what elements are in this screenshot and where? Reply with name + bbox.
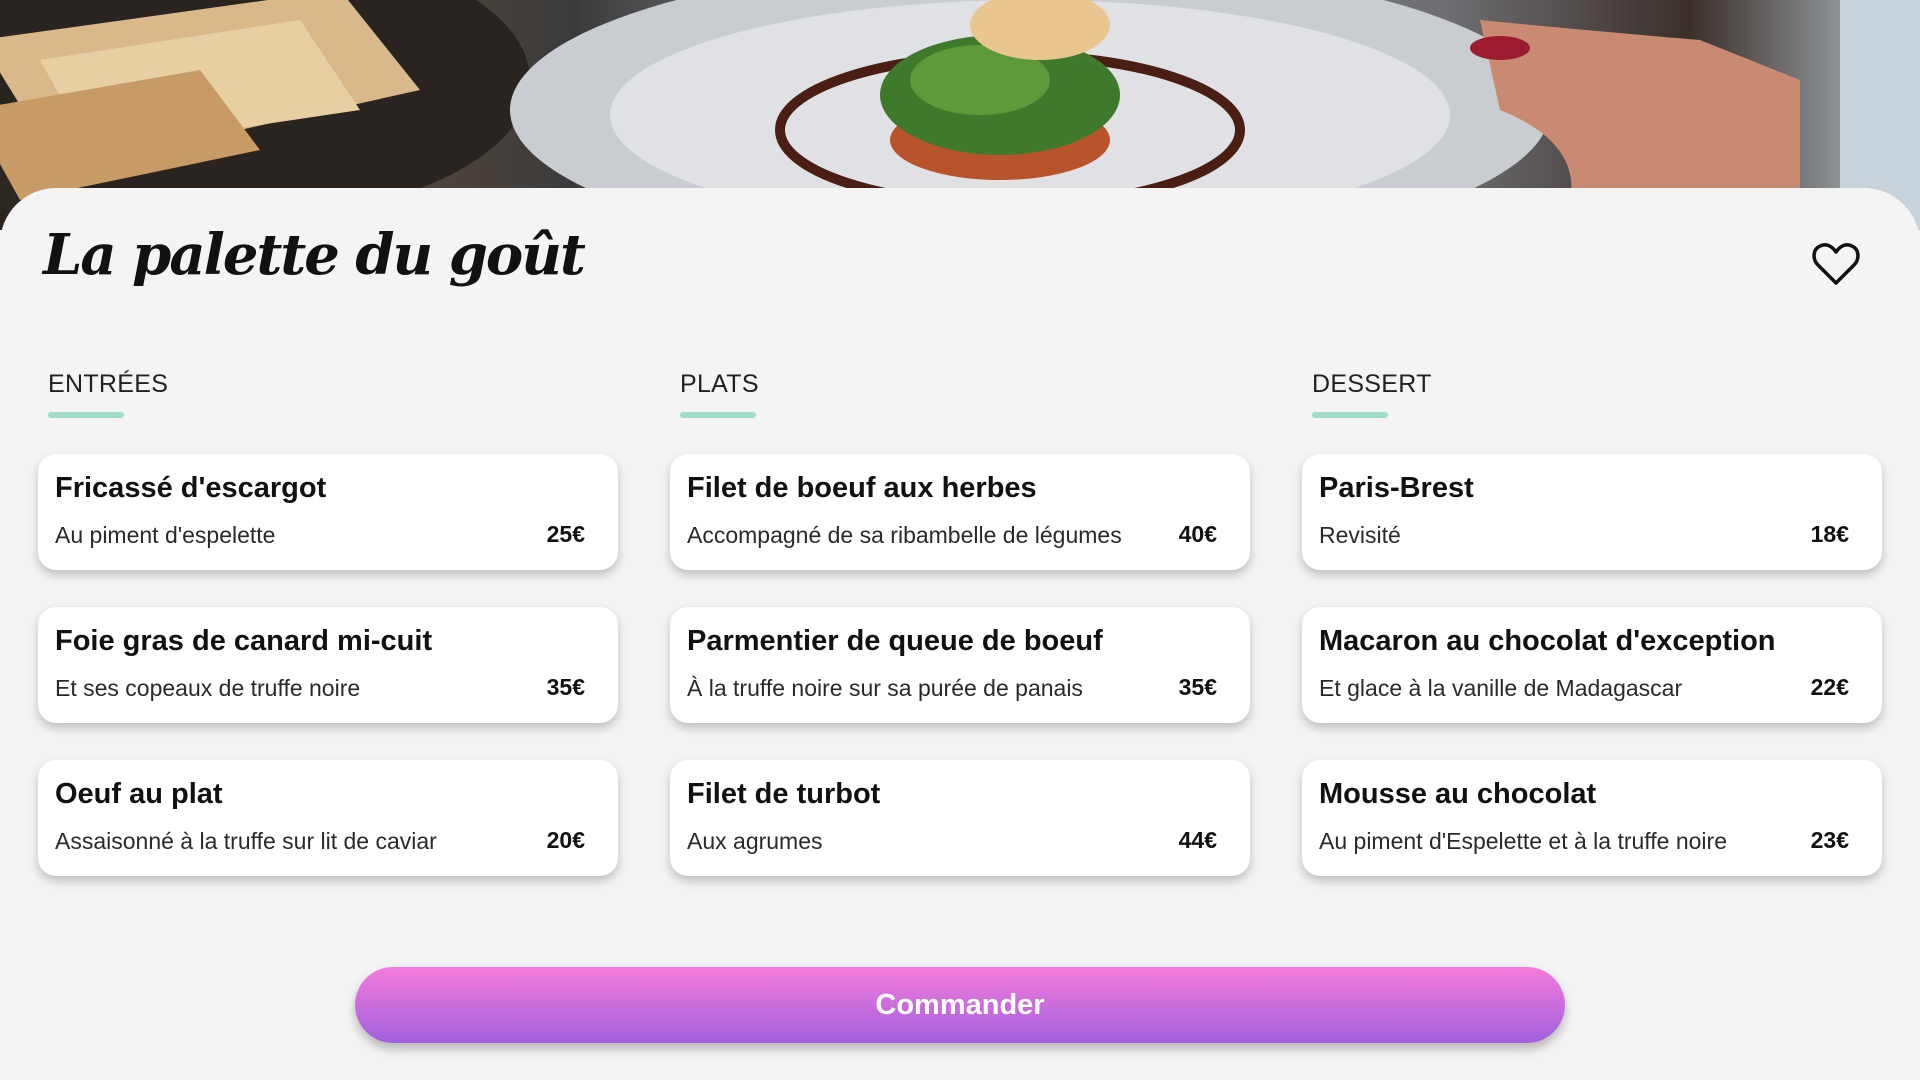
section-underline: [48, 412, 124, 418]
dish-price: 23€: [1810, 827, 1849, 853]
dish-description: Au piment d'espelette: [55, 522, 276, 548]
dish-description: Accompagné de sa ribambelle de légumes: [687, 522, 1122, 548]
dish-price: 18€: [1810, 521, 1849, 547]
dish-description: Au piment d'Espelette et à la truffe noi…: [1319, 828, 1727, 854]
dish-description: Revisité: [1319, 522, 1401, 548]
menu-item-card[interactable]: Parmentier de queue de boeuf À la truffe…: [670, 607, 1250, 723]
dish-price: 44€: [1178, 827, 1217, 853]
order-button[interactable]: Commander: [355, 967, 1565, 1043]
menu-item-card[interactable]: Foie gras de canard mi-cuit Et ses copea…: [38, 607, 618, 723]
dish-price: 40€: [1178, 521, 1217, 547]
menu-item-card[interactable]: Mousse au chocolat Au piment d'Espelette…: [1302, 760, 1882, 876]
dish-description: Et ses copeaux de truffe noire: [55, 675, 361, 701]
dish-name: Filet de boeuf aux herbes: [687, 472, 1037, 504]
dish-price: 22€: [1810, 674, 1849, 700]
menu-item-card[interactable]: Macaron au chocolat d'exception Et glace…: [1302, 607, 1882, 723]
dish-name: Macaron au chocolat d'exception: [1319, 625, 1776, 657]
dish-name: Foie gras de canard mi-cuit: [55, 625, 433, 657]
dish-name: Filet de turbot: [687, 778, 881, 810]
heart-icon: [1812, 243, 1860, 285]
dish-price: 35€: [546, 674, 585, 700]
menu-item-card[interactable]: Oeuf au plat Assaisonné à la truffe sur …: [38, 760, 618, 876]
dish-name: Paris-Brest: [1319, 472, 1474, 504]
menu-item-card[interactable]: Paris-Brest Revisité 18€: [1302, 454, 1882, 570]
dish-description: Aux agrumes: [687, 828, 823, 854]
dish-name: Oeuf au plat: [55, 778, 223, 810]
section-underline: [1312, 412, 1388, 418]
section-heading-plats: PLATS: [680, 370, 759, 398]
section-underline: [680, 412, 756, 418]
section-heading-dessert: DESSERT: [1312, 370, 1432, 398]
dish-name: Parmentier de queue de boeuf: [687, 625, 1103, 657]
menu-item-card[interactable]: Filet de turbot Aux agrumes 44€: [670, 760, 1250, 876]
menu-item-card[interactable]: Fricassé d'escargot Au piment d'espelett…: [38, 454, 618, 570]
dish-name: Fricassé d'escargot: [55, 472, 327, 504]
dish-description: À la truffe noire sur sa purée de panais: [687, 675, 1083, 701]
dish-price: 20€: [546, 827, 585, 853]
dish-name: Mousse au chocolat: [1319, 778, 1597, 810]
dish-description: Assaisonné à la truffe sur lit de caviar: [55, 828, 437, 854]
dish-price: 35€: [1178, 674, 1217, 700]
dish-price: 25€: [546, 521, 585, 547]
section-heading-entrees: ENTRÉES: [48, 370, 169, 398]
menu-item-card[interactable]: Filet de boeuf aux herbes Accompagné de …: [670, 454, 1250, 570]
favorite-button[interactable]: [1808, 236, 1864, 292]
dish-description: Et glace à la vanille de Madagascar: [1319, 675, 1683, 701]
restaurant-title: La palette du goût: [43, 222, 586, 288]
